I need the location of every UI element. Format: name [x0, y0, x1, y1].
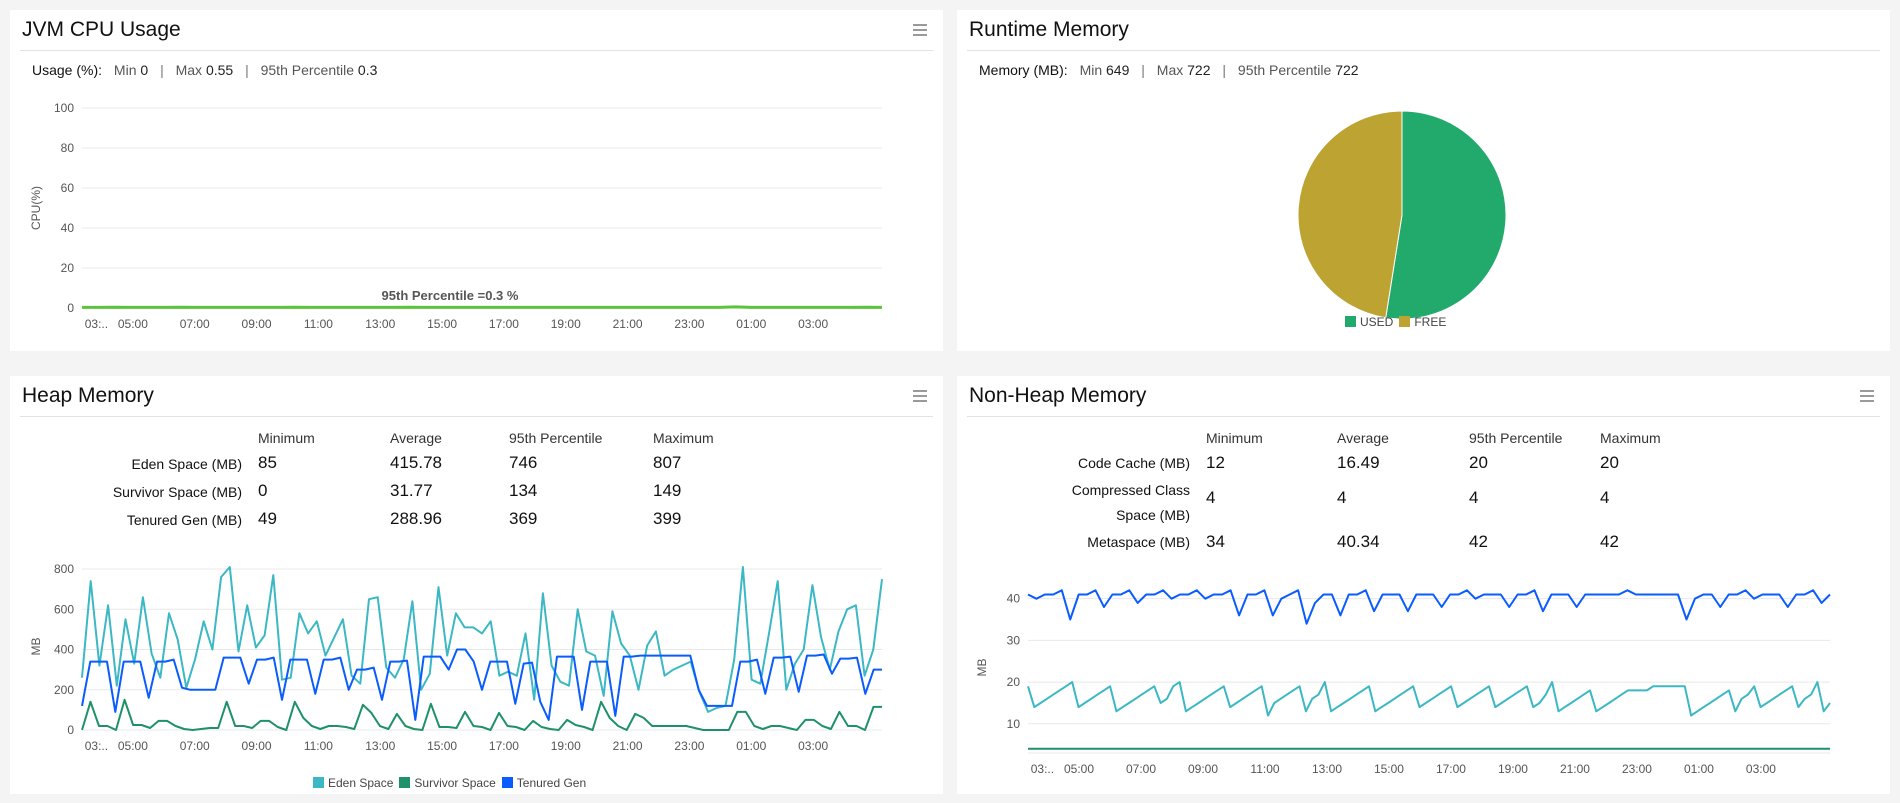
x-tick-label: 19:00 [551, 739, 581, 753]
x-tick-label: 01:00 [1684, 762, 1714, 776]
heap-memory-panel: Heap Memory Minimum Average 95th Percent… [10, 376, 943, 794]
legend-label: Eden Space [328, 776, 394, 790]
free-swatch [1399, 316, 1411, 327]
eden-swatch [313, 777, 324, 788]
y-tick-label: 400 [54, 643, 74, 657]
x-tick-label: 09:00 [242, 739, 272, 753]
percentile-annotation: 95th Percentile =0.3 % [382, 288, 519, 303]
y-tick-label: 200 [54, 683, 74, 697]
y-tick-label: 40 [61, 221, 75, 235]
x-tick-label: 15:00 [427, 739, 457, 753]
legend-label: FREE [1414, 315, 1447, 329]
x-tick-label: 05:00 [118, 317, 148, 331]
y-tick-label: 10 [1007, 717, 1021, 731]
legend-item-tenured[interactable]: Tenured Gen [501, 776, 587, 790]
legend-item-survivor[interactable]: Survivor Space [399, 776, 496, 790]
x-tick-label: 21:00 [613, 317, 643, 331]
x-tick-label: 11:00 [1250, 762, 1279, 776]
y-tick-label: 100 [54, 101, 74, 115]
x-tick-label: 03:.. [1031, 762, 1054, 776]
y-tick-label: 20 [61, 261, 75, 275]
legend-label: USED [1360, 315, 1394, 329]
x-tick-label: 17:00 [1436, 762, 1466, 776]
y-tick-label: 80 [61, 141, 75, 155]
jvm-cpu-usage-panel: JVM CPU Usage Usage (%): Min 0 | Max 0.5… [10, 10, 943, 351]
used-swatch [1345, 316, 1356, 327]
y-tick-label: 0 [67, 723, 74, 737]
x-tick-label: 07:00 [180, 317, 210, 331]
y-tick-label: 800 [54, 562, 74, 576]
x-tick-label: 05:00 [118, 739, 148, 753]
x-tick-label: 21:00 [613, 739, 643, 753]
heap-line-chart: 0 200 400 600 800 MB 03:.. 05:00 07:00 09:00 11:00… [29, 562, 883, 753]
x-tick-label: 23:00 [1622, 762, 1652, 776]
series-line-2 [81, 648, 882, 721]
y-tick-label: 60 [61, 181, 75, 195]
x-tick-label: 15:00 [1374, 762, 1404, 776]
x-tick-label: 13:00 [365, 317, 395, 331]
legend-label: Tenured Gen [516, 776, 587, 790]
x-tick-label: 19:00 [1498, 762, 1528, 776]
legend-label: Survivor Space [414, 776, 496, 790]
survivor-swatch [399, 777, 411, 788]
y-axis-title: MB [29, 638, 43, 656]
x-tick-label: 23:00 [674, 739, 704, 753]
y-tick-label: 30 [1007, 633, 1021, 647]
series-line-0 [82, 305, 883, 309]
tenured-swatch [501, 777, 513, 788]
x-tick-label: 13:00 [365, 739, 395, 753]
y-tick-label: 20 [1007, 675, 1021, 689]
pie-legend: USED FREE [1345, 315, 1446, 329]
legend-item-used[interactable]: USED [1345, 315, 1393, 329]
x-tick-label: 03:.. [85, 739, 108, 753]
x-tick-label: 19:00 [551, 317, 581, 331]
y-axis-title: CPU(%) [29, 186, 43, 230]
series-line-1 [1027, 681, 1831, 717]
x-tick-label: 09:00 [1188, 762, 1218, 776]
cpu-line-chart: 0 20 40 60 80 100 CPU(%) 03:.. 05:00 07:00 09:00 11… [29, 101, 883, 331]
x-tick-label: 07:00 [1126, 762, 1156, 776]
non-heap-line-chart: 10 20 30 40 MB 03:.. 05:00 07:00 09:00 11:00 13:00… [975, 589, 1831, 776]
y-tick-label: 600 [54, 602, 74, 616]
heap-legend: Eden Space Survivor Space Tenured Gen [313, 776, 586, 790]
memory-pie-chart [1297, 110, 1507, 320]
x-tick-label: 17:00 [489, 739, 519, 753]
y-axis-title: MB [975, 659, 989, 677]
y-tick-label: 0 [67, 301, 74, 315]
x-tick-label: 01:00 [736, 317, 766, 331]
x-tick-label: 23:00 [674, 317, 704, 331]
x-tick-label: 07:00 [180, 739, 210, 753]
x-tick-label: 03:.. [85, 317, 108, 331]
x-tick-label: 03:00 [798, 317, 828, 331]
y-tick-label: 40 [1007, 592, 1021, 606]
x-tick-label: 05:00 [1064, 762, 1094, 776]
x-tick-label: 13:00 [1312, 762, 1342, 776]
series-line-0 [1027, 589, 1831, 625]
x-tick-label: 17:00 [489, 317, 519, 331]
x-tick-label: 11:00 [304, 317, 333, 331]
x-tick-label: 09:00 [242, 317, 272, 331]
non-heap-memory-panel: Non-Heap Memory Minimum Average 95th Per… [957, 376, 1890, 794]
x-tick-label: 03:00 [798, 739, 828, 753]
x-tick-label: 11:00 [304, 739, 333, 753]
x-tick-label: 01:00 [736, 739, 766, 753]
pie-slice-free [1297, 110, 1403, 319]
series-line-1 [81, 698, 882, 731]
x-tick-label: 15:00 [427, 317, 457, 331]
pie-slice-used [1385, 110, 1507, 320]
legend-item-eden[interactable]: Eden Space [313, 776, 393, 790]
runtime-memory-panel: Runtime Memory Memory (MB): Min 649 | Ma… [957, 10, 1890, 351]
x-tick-label: 03:00 [1746, 762, 1776, 776]
x-tick-label: 21:00 [1560, 762, 1590, 776]
legend-item-free[interactable]: FREE [1399, 315, 1446, 329]
